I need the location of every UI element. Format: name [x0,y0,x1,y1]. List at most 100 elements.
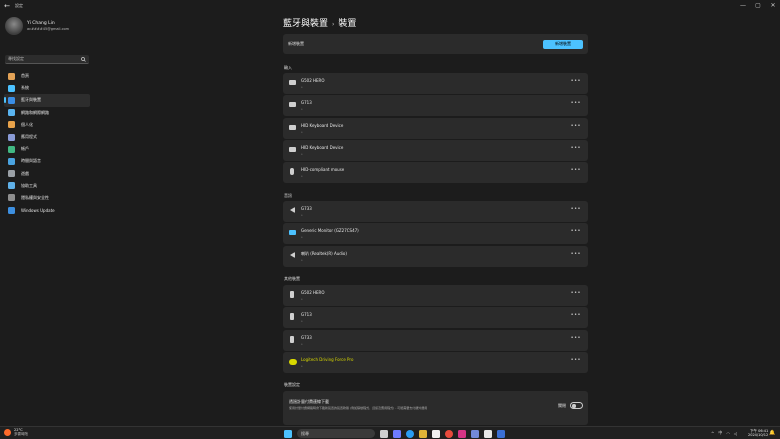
sidebar-item-1[interactable]: 系統 [4,82,90,94]
keyboard-icon [289,80,296,85]
sidebar-item-label: 藍牙與裝置 [21,97,41,103]
weather-condition: 多雲時陰 [14,431,28,436]
more-options-button[interactable]: ••• [571,123,581,129]
more-options-button[interactable]: ••• [571,100,581,106]
device-status: • [301,341,303,346]
minimize-button[interactable]: — [736,0,750,11]
settings-search-input[interactable]: 尋找設定 [5,55,89,64]
device-name: G733 [301,206,312,211]
device-row[interactable]: G733 • ••• [283,329,588,351]
metered-download-toggle[interactable] [570,402,583,409]
volume-icon[interactable]: ◁ [734,431,737,436]
device-row[interactable]: G733 • ••• [283,201,588,222]
device-row[interactable]: G502 HERO • ••• [283,285,588,306]
device-row[interactable]: HID-compliant mouse • ••• [283,162,588,184]
sidebar-item-9[interactable]: 協助工具 [4,180,90,192]
metered-download-title: 透過計量付費連線下載 [289,399,329,404]
settings-gear-icon[interactable] [497,429,505,438]
user-profile[interactable]: Yi Chang Lin ac####45@gmail.com [5,17,69,35]
taskbar: 22°C 多雲時陰 搜尋 ^ 中 ◠ ◁ 下午 06:41 2024/10/12… [0,426,780,439]
sidebar-item-0[interactable]: 首頁 [4,70,90,82]
sidebar-item-label: 隱私權與安全性 [21,194,49,200]
tray-chevron-icon[interactable]: ^ [711,431,714,436]
sidebar-item-6[interactable]: 帳戶 [4,143,90,155]
device-row[interactable]: G713 • ••• [283,95,588,117]
copilot-icon[interactable] [393,429,401,438]
sidebar-item-5[interactable]: 應用程式 [4,131,90,143]
sidebar-item-label: 網路和網際網路 [21,109,49,115]
sidebar-item-label: 遊戲 [21,170,29,176]
section-title-other: 其他裝置 [284,276,300,281]
sidebar-item-2[interactable]: 藍牙與裝置 [4,94,90,107]
app-icon[interactable] [458,429,466,438]
more-options-button[interactable]: ••• [571,145,581,151]
app-icon[interactable] [484,429,492,438]
input-language-indicator[interactable]: 中 [718,430,722,436]
device-name: Generic Monitor (GZ27CS47) [301,228,359,234]
chrome-icon[interactable] [445,429,453,438]
accounts-icon [8,145,15,153]
notification-bell-icon[interactable]: 🔔 [769,430,775,436]
device-row[interactable]: G502 HERO • ••• [283,73,588,94]
device-status: • [301,151,303,156]
more-options-button[interactable]: ••• [571,251,581,257]
more-options-button[interactable]: ••• [571,312,581,318]
more-options-button[interactable]: ••• [571,206,581,212]
discord-icon[interactable] [471,429,479,438]
sidebar-item-4[interactable]: 個人化 [4,119,90,131]
sidebar-item-8[interactable]: 遊戲 [4,168,90,180]
weather-widget[interactable]: 22°C 多雲時陰 [4,428,28,436]
sidebar-item-label: 個人化 [21,121,33,127]
maximize-button[interactable]: ▢ [751,0,765,11]
more-options-button[interactable]: ••• [571,335,581,341]
more-options-button[interactable]: ••• [571,167,581,173]
store-icon[interactable] [432,429,440,438]
windows-start-icon[interactable] [284,429,292,438]
device-icon [290,313,294,321]
more-options-button[interactable]: ••• [571,228,581,234]
breadcrumb-parent[interactable]: 藍牙與裝置 [283,19,328,29]
add-device-button[interactable]: 新增裝置 [543,39,583,49]
metered-download-card: 透過計量付費連線下載 使用計量付費網路時會下載新裝置的裝置軟體 (例如驅動程式、… [283,391,588,425]
search-icon [81,56,86,62]
device-row[interactable]: G713 • ••• [283,307,588,329]
device-status: • [301,85,303,89]
device-row[interactable]: 喇叭 (Realtek(R) Audio) • ••• [283,245,588,267]
taskbar-search-input[interactable]: 搜尋 [297,429,375,438]
sidebar-item-label: 首頁 [21,73,29,79]
speaker-icon [290,207,295,213]
toggle-state-label: 關閉 [558,403,566,408]
clock[interactable]: 下午 06:41 2024/10/12 [748,429,768,437]
task-view-icon[interactable] [380,429,388,438]
device-row[interactable]: Logitech Driving Force Pro • ••• [283,351,588,373]
sidebar-item-7[interactable]: 時間與語言 [4,155,90,167]
bluetooth-devices-icon [8,96,15,104]
close-button[interactable]: ✕ [766,0,780,11]
file-explorer-icon[interactable] [419,429,427,438]
sidebar-item-label: 時間與語言 [21,158,41,164]
settings-window: ← 設定 — ▢ ✕ Yi Chang Lin ac####45@gmail.c… [0,0,780,439]
add-device-card: 新增裝置 新增裝置 [283,34,588,54]
clock-time: 下午 06:41 [749,428,769,433]
mouse-icon [290,168,294,176]
sidebar-item-10[interactable]: 隱私權與安全性 [4,192,90,204]
more-options-button[interactable]: ••• [571,290,581,296]
more-options-button[interactable]: ••• [571,357,581,363]
avatar [5,17,23,35]
device-name: G502 HERO [301,290,325,295]
network-icon [8,109,15,117]
more-options-button[interactable]: ••• [571,78,581,84]
back-button[interactable]: ← [0,2,14,10]
privacy-shield-icon [8,194,15,202]
apps-icon [8,133,15,141]
device-row[interactable]: HID Keyboard Device • ••• [283,139,588,161]
sidebar-item-11[interactable]: Windows Update [4,204,90,216]
device-row[interactable]: Generic Monitor (GZ27CS47) • ••• [283,223,588,245]
sidebar-nav: 首頁系統藍牙與裝置網路和網際網路 個人化應用程式 帳戶時間與語言遊戲協助工具隱私權與… [4,70,90,216]
sidebar-item-3[interactable]: 網路和網際網路 [4,107,90,119]
home-icon [8,72,15,80]
device-row[interactable]: HID Keyboard Device • ••• [283,117,588,139]
edge-icon[interactable] [406,429,414,438]
breadcrumb-separator: › [332,21,335,28]
wifi-icon[interactable]: ◠ [726,431,730,436]
